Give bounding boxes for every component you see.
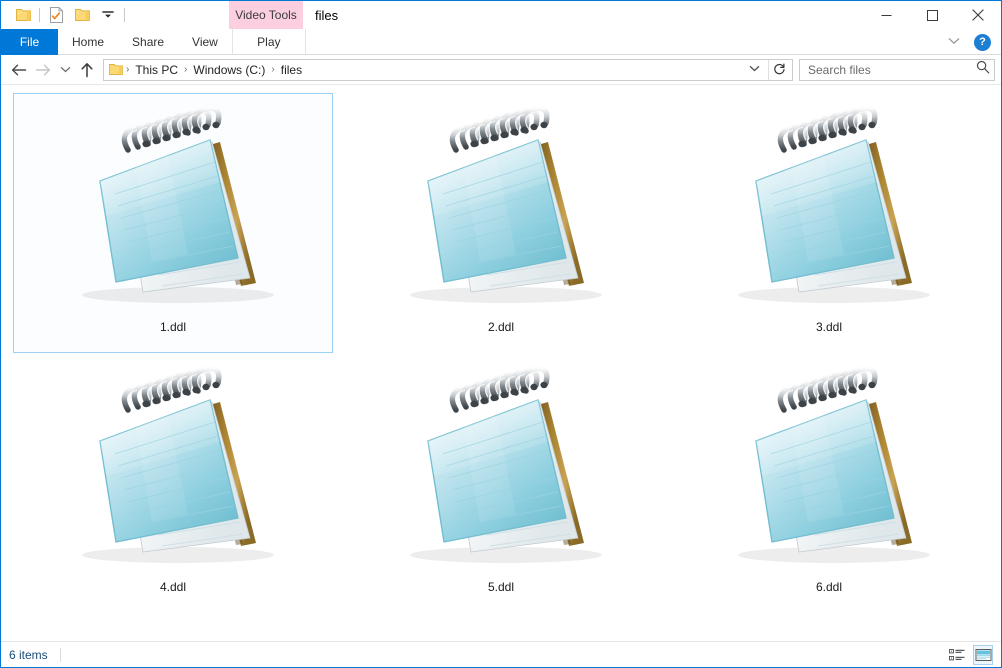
explorer-window: Video Tools files File Home Share View P… bbox=[0, 0, 1002, 668]
ribbon-right-controls: ? bbox=[942, 29, 997, 55]
file-list-view[interactable]: 1.ddl 2.ddl 3.ddl 4.ddl 5.ddl 6.ddl bbox=[1, 85, 1001, 641]
quick-access-toolbar bbox=[1, 4, 128, 26]
title-bar: Video Tools files bbox=[1, 1, 1001, 29]
tab-view[interactable]: View bbox=[178, 29, 232, 55]
folder-icon[interactable] bbox=[108, 63, 125, 76]
breadcrumb: › This PC › Windows (C:) › files bbox=[108, 63, 741, 77]
window-controls bbox=[863, 1, 1001, 29]
address-bar-row: › This PC › Windows (C:) › files bbox=[1, 55, 1001, 85]
ribbon-tab-strip: File Home Share View Play ? bbox=[1, 29, 1001, 55]
file-item[interactable]: 4.ddl bbox=[13, 353, 333, 613]
tab-home-label: Home bbox=[72, 35, 105, 49]
text-document-icon bbox=[381, 360, 621, 578]
tab-share-label: Share bbox=[132, 35, 165, 49]
breadcrumb-bar[interactable]: › This PC › Windows (C:) › files bbox=[103, 58, 793, 81]
breadcrumb-item-this-pc[interactable]: This PC bbox=[130, 63, 183, 77]
forward-button[interactable] bbox=[31, 58, 55, 82]
file-name-label: 4.ddl bbox=[159, 580, 187, 594]
text-document-icon bbox=[53, 100, 293, 318]
text-document-icon bbox=[381, 100, 621, 318]
file-item[interactable]: 2.ddl bbox=[341, 93, 661, 353]
breadcrumb-item-files[interactable]: files bbox=[276, 63, 307, 77]
chevron-down-icon[interactable] bbox=[942, 36, 966, 48]
explorer-menu-icon[interactable] bbox=[10, 4, 36, 26]
status-divider bbox=[59, 647, 61, 662]
item-count-label: 6 items bbox=[9, 647, 48, 662]
file-name-label: 6.ddl bbox=[815, 580, 843, 594]
large-icons-view-button[interactable] bbox=[973, 645, 993, 665]
breadcrumb-item-windows-c[interactable]: Windows (C:) bbox=[188, 63, 270, 77]
view-mode-buttons bbox=[947, 642, 993, 668]
file-item[interactable]: 3.ddl bbox=[669, 93, 989, 353]
contextual-tab-group-label: Video Tools bbox=[235, 8, 297, 22]
file-name-label: 5.ddl bbox=[487, 580, 515, 594]
tab-file-label: File bbox=[19, 35, 40, 49]
help-button-label: ? bbox=[979, 36, 986, 48]
tab-play-label: Play bbox=[257, 35, 281, 49]
breadcrumb-dropdown-icon[interactable] bbox=[741, 64, 768, 75]
search-icon[interactable] bbox=[976, 60, 990, 79]
text-document-icon bbox=[709, 100, 949, 318]
tab-share[interactable]: Share bbox=[118, 29, 178, 55]
help-button[interactable]: ? bbox=[974, 33, 991, 51]
tab-view-label: View bbox=[192, 35, 218, 49]
qat-separator-1 bbox=[39, 8, 40, 22]
file-item[interactable]: 6.ddl bbox=[669, 353, 989, 613]
icon-grid: 1.ddl 2.ddl 3.ddl 4.ddl 5.ddl 6.ddl bbox=[1, 91, 1001, 613]
qat-separator-2 bbox=[124, 8, 125, 22]
text-document-icon bbox=[53, 360, 293, 578]
search-box[interactable] bbox=[799, 58, 995, 81]
tab-file[interactable]: File bbox=[1, 29, 58, 55]
details-view-button[interactable] bbox=[947, 645, 967, 665]
contextual-tab-group-header: Video Tools bbox=[229, 1, 303, 29]
file-name-label: 1.ddl bbox=[159, 320, 187, 334]
new-folder-icon[interactable] bbox=[69, 4, 95, 26]
up-button[interactable] bbox=[75, 58, 99, 82]
maximize-button[interactable] bbox=[909, 1, 955, 29]
search-input[interactable] bbox=[808, 62, 976, 77]
minimize-button[interactable] bbox=[863, 1, 909, 29]
text-document-icon bbox=[709, 360, 949, 578]
customize-qat-icon[interactable] bbox=[95, 4, 121, 26]
recent-locations-button[interactable] bbox=[55, 58, 75, 82]
window-title-text: files bbox=[315, 7, 339, 23]
close-button[interactable] bbox=[955, 1, 1001, 29]
file-item[interactable]: 1.ddl bbox=[13, 93, 333, 353]
refresh-icon[interactable] bbox=[768, 59, 790, 80]
status-bar: 6 items bbox=[1, 641, 1001, 667]
window-title: files bbox=[315, 1, 338, 29]
tab-home[interactable]: Home bbox=[58, 29, 118, 55]
file-name-label: 3.ddl bbox=[815, 320, 843, 334]
back-button[interactable] bbox=[7, 58, 31, 82]
file-name-label: 2.ddl bbox=[487, 320, 515, 334]
tab-play[interactable]: Play bbox=[231, 29, 306, 55]
properties-icon[interactable] bbox=[43, 4, 69, 26]
file-item[interactable]: 5.ddl bbox=[341, 353, 661, 613]
